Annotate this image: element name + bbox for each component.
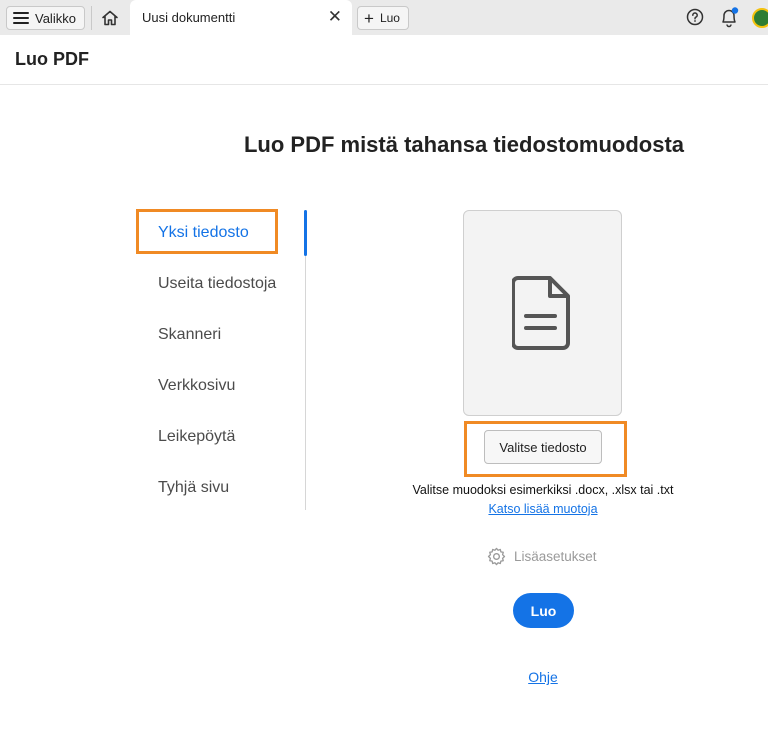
home-button[interactable]: [96, 5, 124, 31]
tab-document-label: Uusi dokumentti: [142, 10, 236, 25]
page-title: Luo PDF: [15, 49, 89, 69]
create-button[interactable]: Luo: [513, 593, 574, 628]
option-clipboard[interactable]: Leikepöytä: [158, 428, 235, 446]
main-heading: Luo PDF mistä tahansa tiedostomuodosta: [243, 132, 685, 157]
more-formats-link[interactable]: Katso lisää muotoja: [0, 502, 768, 516]
advanced-settings-button[interactable]: Lisäasetukset: [487, 547, 597, 566]
option-webpage[interactable]: Verkkosivu: [158, 377, 235, 395]
home-icon: [102, 10, 118, 26]
help-link[interactable]: Ohje: [0, 669, 768, 685]
format-hint: Valitse muodoksi esimerkiksi .docx, .xls…: [412, 483, 674, 497]
toolbar-divider: [91, 6, 92, 30]
document-icon: [512, 276, 570, 350]
gear-icon: [487, 547, 506, 566]
option-multiple-files[interactable]: Useita tiedostoja: [158, 275, 276, 293]
tab-document[interactable]: Uusi dokumentti ✕: [130, 0, 352, 35]
advanced-settings-label: Lisäasetukset: [514, 549, 597, 564]
plus-icon: +: [364, 8, 374, 28]
menu-button[interactable]: Valikko: [6, 6, 85, 30]
help-icon[interactable]: [686, 8, 704, 26]
option-scanner[interactable]: Skanneri: [158, 326, 221, 344]
hamburger-icon: [13, 12, 29, 24]
avatar[interactable]: [752, 8, 768, 28]
file-drop-area[interactable]: [463, 210, 622, 416]
top-tab-bar: Valikko Uusi dokumentti ✕ + Luo: [0, 0, 768, 35]
new-tab-label: Luo: [379, 11, 400, 25]
choose-file-button[interactable]: Valitse tiedosto: [484, 430, 602, 464]
header-divider: [0, 84, 768, 85]
selection-indicator: [304, 210, 307, 256]
new-tab-button[interactable]: + Luo: [357, 6, 409, 30]
menu-button-label: Valikko: [35, 10, 76, 26]
notification-bell-icon[interactable]: [718, 6, 740, 28]
source-options-list: Yksi tiedosto Useita tiedostoja Skanneri…: [136, 210, 307, 510]
close-icon[interactable]: ✕: [328, 8, 342, 26]
highlight-box-option: [136, 209, 278, 254]
